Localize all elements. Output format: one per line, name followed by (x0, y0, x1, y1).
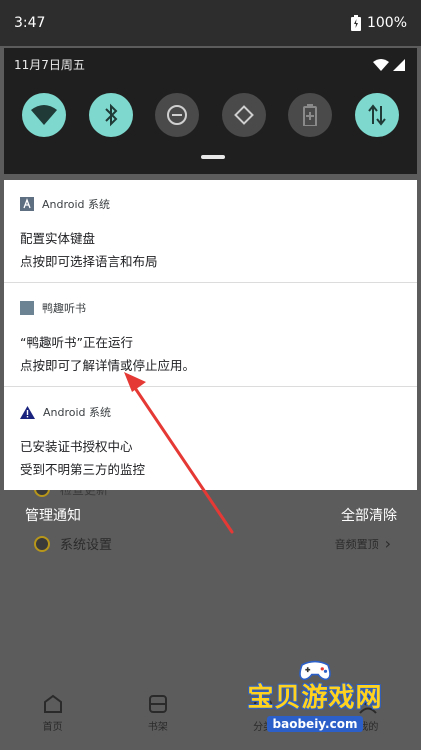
watermark-logo: 宝贝游戏网 baobeiy.com (240, 660, 390, 732)
notification-divider (4, 386, 417, 387)
watermark-title: 宝贝游戏网 (247, 683, 383, 713)
wifi-icon (31, 105, 57, 125)
background-settings-row: 系统设置 音频置顶 › (34, 534, 391, 553)
status-time: 3:47 (14, 15, 46, 31)
home-icon (43, 694, 62, 713)
notification-keyboard[interactable]: Android 系统 配置实体键盘 点按即可选择语言和布局 (4, 196, 417, 270)
do-not-disturb-icon (167, 105, 188, 125)
auto-rotate-icon (233, 105, 254, 125)
mobile-data-tile[interactable] (354, 93, 399, 137)
nav-bookshelf[interactable]: 书架 (128, 694, 188, 733)
notification-title: 已安装证书授权中心 (20, 439, 133, 454)
cell-signal-icon (393, 58, 405, 71)
bluetooth-tile[interactable] (88, 93, 133, 137)
notification-certificate[interactable]: Android 系统 已安装证书授权中心 受到不明第三方的监控 (4, 404, 417, 478)
notification-text: 点按即可选择语言和布局 (20, 254, 158, 269)
notification-footer: 管理通知 全部清除 (25, 505, 397, 525)
clear-all-button[interactable]: 全部清除 (341, 505, 397, 525)
panel-drag-handle[interactable] (201, 155, 225, 159)
android-system-icon (20, 197, 34, 211)
notification-text: 受到不明第三方的监控 (20, 462, 146, 477)
notification-text: 点按即可了解详情或停止应用。 (20, 358, 196, 373)
yaqu-app-icon (20, 301, 34, 315)
warning-icon (20, 405, 35, 419)
qs-date: 11月7日周五 (14, 58, 85, 72)
battery-percent: 100% (366, 15, 407, 31)
chevron-right-icon: › (384, 534, 391, 553)
notification-list: Android 系统 配置实体键盘 点按即可选择语言和布局 鸭趣听书 “鸭趣听书… (4, 180, 417, 490)
qs-signal-icons (373, 58, 405, 71)
notification-app-name: 鸭趣听书 (42, 302, 86, 315)
settings-value: 音频置顶 (334, 537, 379, 551)
notification-app-name: Android 系统 (43, 406, 112, 419)
wifi-tile[interactable] (22, 93, 66, 137)
battery-icon (350, 15, 361, 31)
notification-title: 配置实体键盘 (20, 231, 96, 246)
auto-rotate-tile[interactable] (221, 93, 266, 137)
settings-dot-icon (34, 535, 50, 552)
notification-app-name: Android 系统 (42, 198, 111, 211)
notification-title: “鸭趣听书”正在运行 (20, 335, 133, 350)
quick-settings-panel: 11月7日周五 (4, 48, 417, 174)
notification-divider (4, 282, 417, 283)
notification-app-running[interactable]: 鸭趣听书 “鸭趣听书”正在运行 点按即可了解详情或停止应用。 (4, 300, 417, 374)
nav-home[interactable]: 首页 (23, 694, 83, 733)
manage-notifications-button[interactable]: 管理通知 (25, 505, 81, 525)
wifi-small-icon (373, 58, 389, 71)
battery-saver-icon (303, 104, 318, 126)
battery-saver-tile[interactable] (288, 93, 333, 137)
bluetooth-icon (104, 103, 118, 127)
settings-label: 系统设置 (60, 538, 113, 553)
status-icons: 100% (350, 15, 407, 31)
data-transfer-icon (368, 104, 386, 126)
status-bar: 3:47 100% (0, 0, 421, 46)
bookshelf-icon (148, 695, 167, 713)
do-not-disturb-tile[interactable] (155, 93, 200, 137)
watermark-url: baobeiy.com (266, 716, 364, 732)
